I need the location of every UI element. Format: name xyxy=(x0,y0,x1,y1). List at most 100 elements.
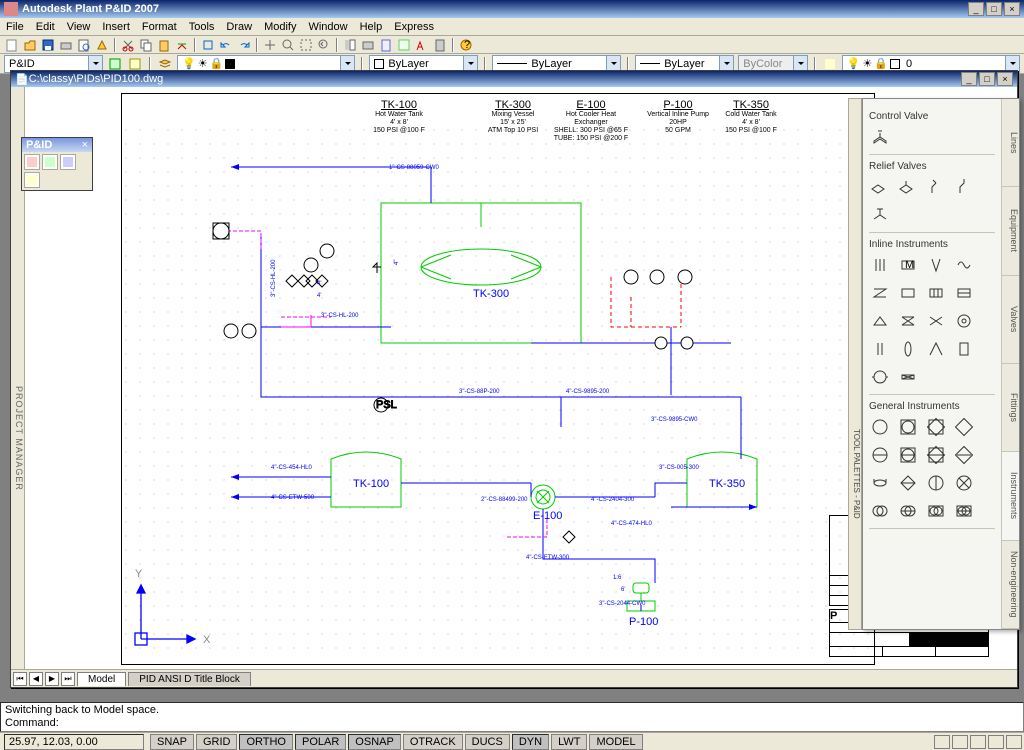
palette-ii6-icon[interactable] xyxy=(897,282,919,304)
palette-gi13-icon[interactable] xyxy=(869,500,891,522)
status-max-icon[interactable] xyxy=(1006,735,1022,749)
pid-tool1-icon[interactable] xyxy=(24,154,40,170)
palette-gi1-icon[interactable] xyxy=(869,416,891,438)
tp-icon[interactable] xyxy=(378,37,394,53)
palette-ii2-icon[interactable]: M xyxy=(897,254,919,276)
menu-draw[interactable]: Draw xyxy=(226,21,252,33)
new-icon[interactable] xyxy=(4,37,20,53)
palette-tab-instruments[interactable]: Instruments xyxy=(1002,452,1019,540)
palette-tab-valves[interactable]: Valves xyxy=(1002,276,1019,364)
doc-maximize-button[interactable]: □ xyxy=(979,72,995,86)
palette-tab-lines[interactable]: Lines xyxy=(1002,99,1019,187)
palette-tab-equipment[interactable]: Equipment xyxy=(1002,187,1019,275)
tab-layout1[interactable]: PID ANSI D Title Block xyxy=(128,672,251,686)
status-toggle-snap[interactable]: SNAP xyxy=(150,734,194,750)
palette-gi16-icon[interactable] xyxy=(953,500,975,522)
cut-icon[interactable] xyxy=(120,37,136,53)
copy-icon[interactable] xyxy=(138,37,154,53)
palette-gi12-icon[interactable] xyxy=(953,472,975,494)
doc-minimize-button[interactable]: _ xyxy=(961,72,977,86)
status-toggle-osnap[interactable]: OSNAP xyxy=(348,734,401,750)
palette-tab-non-engineering[interactable]: Non-engineering xyxy=(1002,541,1019,629)
tab-last-button[interactable]: ⏭ xyxy=(61,672,75,686)
palette-rv3-icon[interactable] xyxy=(925,176,947,198)
markup-icon[interactable] xyxy=(414,37,430,53)
palette-gi4-icon[interactable] xyxy=(953,416,975,438)
pan-icon[interactable] xyxy=(262,37,278,53)
status-comm-icon[interactable] xyxy=(934,735,950,749)
menu-file[interactable]: File xyxy=(6,21,24,33)
palette-ii7-icon[interactable] xyxy=(925,282,947,304)
palette-ii16-icon[interactable] xyxy=(953,338,975,360)
palette-ii9-icon[interactable] xyxy=(869,310,891,332)
redo-icon[interactable] xyxy=(236,37,252,53)
menu-view[interactable]: View xyxy=(67,21,91,33)
palette-tab-fittings[interactable]: Fittings xyxy=(1002,364,1019,452)
palette-gi11-icon[interactable] xyxy=(925,472,947,494)
help-icon[interactable]: ? xyxy=(458,37,474,53)
tab-prev-button[interactable]: ◀ xyxy=(29,672,43,686)
zoom-rt-icon[interactable] xyxy=(280,37,296,53)
calc-icon[interactable] xyxy=(432,37,448,53)
pid-tool4-icon[interactable] xyxy=(24,172,40,188)
status-annot-icon[interactable] xyxy=(988,735,1004,749)
zoom-win-icon[interactable] xyxy=(298,37,314,53)
pid-tool2-icon[interactable] xyxy=(42,154,58,170)
menu-help[interactable]: Help xyxy=(360,21,383,33)
tab-first-button[interactable]: ⏮ xyxy=(13,672,27,686)
palette-ii12-icon[interactable] xyxy=(953,310,975,332)
doc-close-button[interactable]: × xyxy=(997,72,1013,86)
palette-ii11-icon[interactable] xyxy=(925,310,947,332)
palette-ii17-icon[interactable] xyxy=(869,366,891,388)
menu-modify[interactable]: Modify xyxy=(264,21,296,33)
menu-window[interactable]: Window xyxy=(308,21,347,33)
palette-gi5-icon[interactable] xyxy=(869,444,891,466)
status-toggle-ducs[interactable]: DUCS xyxy=(465,734,510,750)
match-icon[interactable] xyxy=(174,37,190,53)
tab-model[interactable]: Model xyxy=(77,672,126,686)
preview-icon[interactable] xyxy=(76,37,92,53)
status-toggle-dyn[interactable]: DYN xyxy=(512,734,549,750)
status-toggle-polar[interactable]: POLAR xyxy=(295,734,346,750)
palette-ii1-icon[interactable] xyxy=(869,254,891,276)
palette-ii18-icon[interactable] xyxy=(897,366,919,388)
coords-readout[interactable]: 25.97, 12.03, 0.00 xyxy=(4,734,144,750)
status-toggle-ortho[interactable]: ORTHO xyxy=(239,734,293,750)
palette-ctlvalve-icon[interactable] xyxy=(869,126,891,148)
status-toggle-grid[interactable]: GRID xyxy=(196,734,238,750)
open-icon[interactable] xyxy=(22,37,38,53)
status-tray-icon[interactable] xyxy=(970,735,986,749)
palette-ii10-icon[interactable] xyxy=(897,310,919,332)
menu-express[interactable]: Express xyxy=(394,21,434,33)
palette-rv5-icon[interactable] xyxy=(869,204,891,226)
toolbox-close-icon[interactable]: × xyxy=(82,139,88,151)
maximize-button[interactable]: □ xyxy=(986,2,1002,16)
palette-rv4-icon[interactable] xyxy=(953,176,975,198)
ssm-icon[interactable] xyxy=(396,37,412,53)
zoom-prev-icon[interactable] xyxy=(316,37,332,53)
block-icon[interactable] xyxy=(200,37,216,53)
status-toggle-otrack[interactable]: OTRACK xyxy=(403,734,463,750)
palette-ii13-icon[interactable] xyxy=(869,338,891,360)
palette-ii4-icon[interactable] xyxy=(953,254,975,276)
save-icon[interactable] xyxy=(40,37,56,53)
palette-gi15-icon[interactable] xyxy=(925,500,947,522)
palette-gi10-icon[interactable] xyxy=(897,472,919,494)
palette-ii3-icon[interactable] xyxy=(925,254,947,276)
pid-tool3-icon[interactable] xyxy=(60,154,76,170)
palette-gi2-icon[interactable] xyxy=(897,416,919,438)
minimize-button[interactable]: _ xyxy=(968,2,984,16)
palette-gi6-icon[interactable] xyxy=(897,444,919,466)
tab-next-button[interactable]: ▶ xyxy=(45,672,59,686)
palette-rv1-icon[interactable] xyxy=(869,176,891,198)
palette-ii5-icon[interactable] xyxy=(869,282,891,304)
menu-format[interactable]: Format xyxy=(142,21,177,33)
palette-gi3-icon[interactable] xyxy=(925,416,947,438)
tool-palettes-strip[interactable]: TOOL PALETTES - P&ID xyxy=(848,98,862,630)
paste-icon[interactable] xyxy=(156,37,172,53)
palette-ii15-icon[interactable] xyxy=(925,338,947,360)
palette-gi8-icon[interactable] xyxy=(953,444,975,466)
status-toggle-lwt[interactable]: LWT xyxy=(551,734,587,750)
status-lock-icon[interactable] xyxy=(952,735,968,749)
plot-icon[interactable] xyxy=(58,37,74,53)
